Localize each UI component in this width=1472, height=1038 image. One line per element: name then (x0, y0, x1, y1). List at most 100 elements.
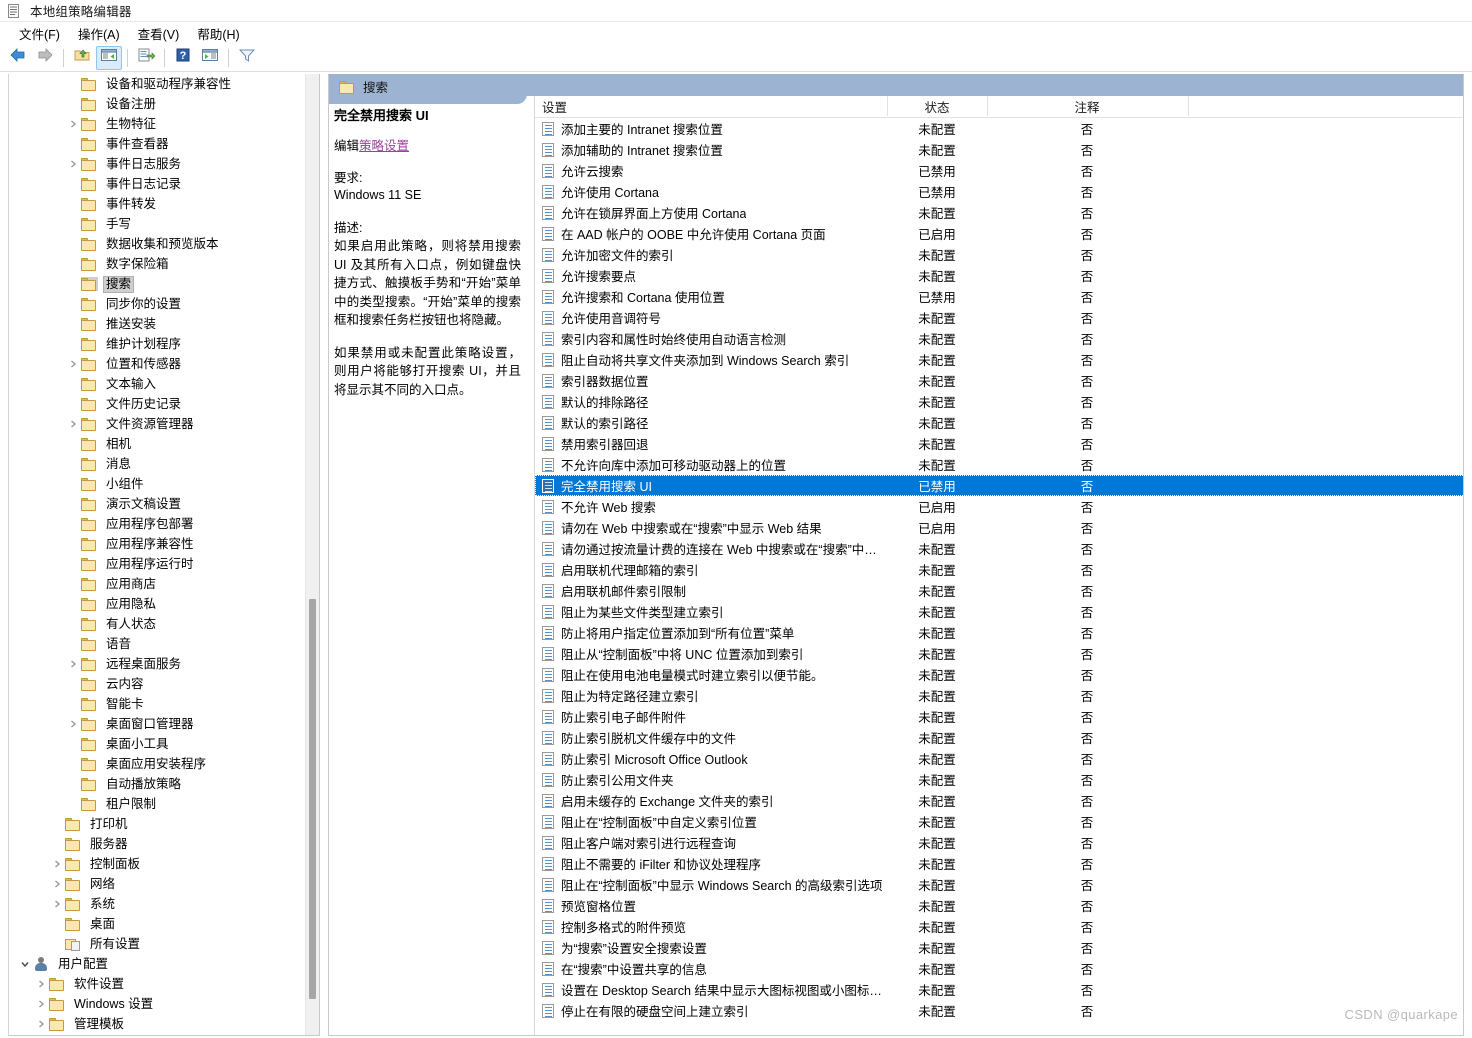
tree-item[interactable]: 远程桌面服务 (9, 654, 305, 674)
chevron-right-icon[interactable] (65, 416, 81, 432)
tree-item[interactable]: 消息 (9, 454, 305, 474)
tree-item[interactable]: 智能卡 (9, 694, 305, 714)
tree-item[interactable]: 打印机 (9, 814, 305, 834)
tree-item[interactable]: 同步你的设置 (9, 294, 305, 314)
settings-list-body[interactable]: 添加主要的 Intranet 搜索位置 未配置否添加辅助的 Intranet 搜索… (535, 118, 1463, 1021)
settings-list-row[interactable]: 允许搜索和 Cortana 使用位置 已禁用 否 (535, 286, 1463, 307)
chevron-right-icon[interactable] (33, 1016, 49, 1032)
settings-list-row[interactable]: 允许云搜索 已禁用 否 (535, 160, 1463, 181)
menu-file[interactable]: 文件(F) (10, 22, 69, 45)
settings-list-row[interactable]: 阻止在“控制面板”中显示 Windows Search 的高级索引选项 未配置 否 (535, 874, 1463, 895)
tree-item[interactable]: 事件日志记录 (9, 174, 305, 194)
toolbar-forward[interactable] (32, 46, 58, 70)
tree-item[interactable]: 有人状态 (9, 614, 305, 634)
menu-help[interactable]: 帮助(H) (188, 22, 248, 45)
settings-list-row[interactable]: 完全禁用搜索 UI 已禁用 否 (535, 475, 1463, 496)
settings-list-row[interactable]: 在“搜索”中设置共享的信息 未配置 否 (535, 958, 1463, 979)
tree-item[interactable]: 生物特征 (9, 114, 305, 134)
tree-item[interactable]: 应用隐私 (9, 594, 305, 614)
toolbar-up-level[interactable] (69, 46, 95, 70)
settings-list-row[interactable]: 索引器数据位置 未配置 否 (535, 370, 1463, 391)
tree-item[interactable]: 文件历史记录 (9, 394, 305, 414)
settings-list-row[interactable]: 阻止自动将共享文件夹添加到 Windows Search 索引 未配置 否 (535, 349, 1463, 370)
tree-item[interactable]: 应用程序兼容性 (9, 534, 305, 554)
chevron-right-icon[interactable] (33, 996, 49, 1012)
tree-item[interactable]: 用户配置 (9, 954, 305, 974)
settings-list-row[interactable]: 允许加密文件的索引 未配置 否 (535, 244, 1463, 265)
tree-item[interactable]: 设备注册 (9, 94, 305, 114)
tree-item[interactable]: 设备和驱动程序兼容性 (9, 74, 305, 94)
toolbar-show-hide-tree[interactable] (96, 45, 122, 70)
tree-item[interactable]: 文件资源管理器 (9, 414, 305, 434)
settings-list-row[interactable]: 允许搜索要点 未配置 否 (535, 265, 1463, 286)
settings-list-row[interactable]: 停止在有限的硬盘空间上建立索引 未配置 否 (535, 1000, 1463, 1021)
settings-list-row[interactable]: 添加主要的 Intranet 搜索位置 未配置 否 (535, 118, 1463, 139)
tree-item[interactable]: 维护计划程序 (9, 334, 305, 354)
settings-list-row[interactable]: 不允许向库中添加可移动驱动器上的位置 未配置 否 (535, 454, 1463, 475)
tree-item[interactable]: 数据收集和预览版本 (9, 234, 305, 254)
settings-list-row[interactable]: 阻止为某些文件类型建立索引 未配置 否 (535, 601, 1463, 622)
settings-list-row[interactable]: 阻止客户端对索引进行远程查询 未配置 否 (535, 832, 1463, 853)
chevron-right-icon[interactable] (65, 116, 81, 132)
tree-item[interactable]: 应用程序包部署 (9, 514, 305, 534)
settings-list-row[interactable]: 阻止在“控制面板”中自定义索引位置 未配置 否 (535, 811, 1463, 832)
tree-item[interactable]: 搜索 (9, 274, 305, 294)
settings-list-row[interactable]: 启用联机邮件索引限制 未配置 否 (535, 580, 1463, 601)
tree-item[interactable]: 位置和传感器 (9, 354, 305, 374)
settings-list-row[interactable]: 防止索引脱机文件缓存中的文件 未配置 否 (535, 727, 1463, 748)
settings-list-row[interactable]: 默认的排除路径 未配置 否 (535, 391, 1463, 412)
settings-list-row[interactable]: 设置在 Desktop Search 结果中显示大图标视图或小图标视... 未配置… (535, 979, 1463, 1000)
tree-item[interactable]: 软件设置 (9, 974, 305, 994)
toolbar-properties[interactable] (197, 46, 223, 70)
chevron-right-icon[interactable] (49, 856, 65, 872)
settings-list-row[interactable]: 预览窗格位置 未配置 否 (535, 895, 1463, 916)
settings-list-row[interactable]: 允许使用音调符号 未配置 否 (535, 307, 1463, 328)
column-header-comment[interactable]: 注释 (987, 96, 1189, 116)
tree-item[interactable]: 云内容 (9, 674, 305, 694)
tree-item[interactable]: Windows 设置 (9, 994, 305, 1014)
settings-list-row[interactable]: 阻止不需要的 iFilter 和协议处理程序 未配置 否 (535, 853, 1463, 874)
tree-item[interactable]: 桌面应用安装程序 (9, 754, 305, 774)
menu-view[interactable]: 查看(V) (129, 22, 189, 45)
tree-item[interactable]: 演示文稿设置 (9, 494, 305, 514)
console-tree[interactable]: 设备和驱动程序兼容性 设备注册 生物特征 事件查看器 事件日志服务 事件日志记录 事件转发手… (9, 74, 305, 1035)
toolbar-back[interactable] (5, 46, 31, 70)
settings-list-row[interactable]: 阻止为特定路径建立索引 未配置 否 (535, 685, 1463, 706)
chevron-right-icon[interactable] (65, 356, 81, 372)
chevron-right-icon[interactable] (49, 896, 65, 912)
chevron-right-icon[interactable] (65, 656, 81, 672)
settings-list-row[interactable]: 禁用索引器回退 未配置 否 (535, 433, 1463, 454)
tree-item[interactable]: 事件日志服务 (9, 154, 305, 174)
tree-item[interactable]: 应用程序运行时 (9, 554, 305, 574)
settings-list-row[interactable]: 请勿在 Web 中搜索或在“搜索”中显示 Web 结果 已启用 否 (535, 517, 1463, 538)
edit-policy-setting-link[interactable]: 策略设置 (359, 139, 409, 153)
tree-item[interactable]: 桌面窗口管理器 (9, 714, 305, 734)
settings-list-row[interactable]: 防止索引电子邮件附件 未配置 否 (535, 706, 1463, 727)
tree-item[interactable]: 管理模板 (9, 1014, 305, 1034)
settings-list-row[interactable]: 不允许 Web 搜索 已启用 否 (535, 496, 1463, 517)
tree-item[interactable]: 自动播放策略 (9, 774, 305, 794)
settings-list-row[interactable]: 防止索引公用文件夹 未配置 否 (535, 769, 1463, 790)
tree-item[interactable]: 网络 (9, 874, 305, 894)
settings-list-row[interactable]: 阻止在使用电池电量模式时建立索引以便节能。 未配置 否 (535, 664, 1463, 685)
tree-scrollbar-thumb[interactable] (309, 599, 316, 999)
tree-item[interactable]: 事件转发 (9, 194, 305, 214)
tree-item[interactable]: 控制面板 (9, 854, 305, 874)
settings-list-row[interactable]: 允许使用 Cortana 已禁用 否 (535, 181, 1463, 202)
tree-item[interactable]: 应用商店 (9, 574, 305, 594)
menu-action[interactable]: 操作(A) (69, 22, 129, 45)
settings-list-row[interactable]: 防止将用户指定位置添加到“所有位置”菜单 未配置 否 (535, 622, 1463, 643)
tree-item[interactable]: 文本输入 (9, 374, 305, 394)
tree-item[interactable]: 相机 (9, 434, 305, 454)
settings-list-row[interactable]: 为“搜索”设置安全搜索设置 未配置 否 (535, 937, 1463, 958)
settings-list-row[interactable]: 防止索引 Microsoft Office Outlook 未配置 否 (535, 748, 1463, 769)
toolbar-help[interactable]: ? (170, 46, 196, 70)
tree-item[interactable]: 桌面小工具 (9, 734, 305, 754)
chevron-right-icon[interactable] (65, 716, 81, 732)
settings-list-row[interactable]: 启用未缓存的 Exchange 文件夹的索引 未配置 否 (535, 790, 1463, 811)
settings-list-row[interactable]: 阻止从“控制面板”中将 UNC 位置添加到索引 未配置 否 (535, 643, 1463, 664)
tree-item[interactable]: 桌面 (9, 914, 305, 934)
settings-list-row[interactable]: 请勿通过按流量计费的连接在 Web 中搜索或在“搜索”中显... 未配置 否 (535, 538, 1463, 559)
toolbar-filter[interactable] (234, 46, 260, 70)
tree-item[interactable]: 事件查看器 (9, 134, 305, 154)
